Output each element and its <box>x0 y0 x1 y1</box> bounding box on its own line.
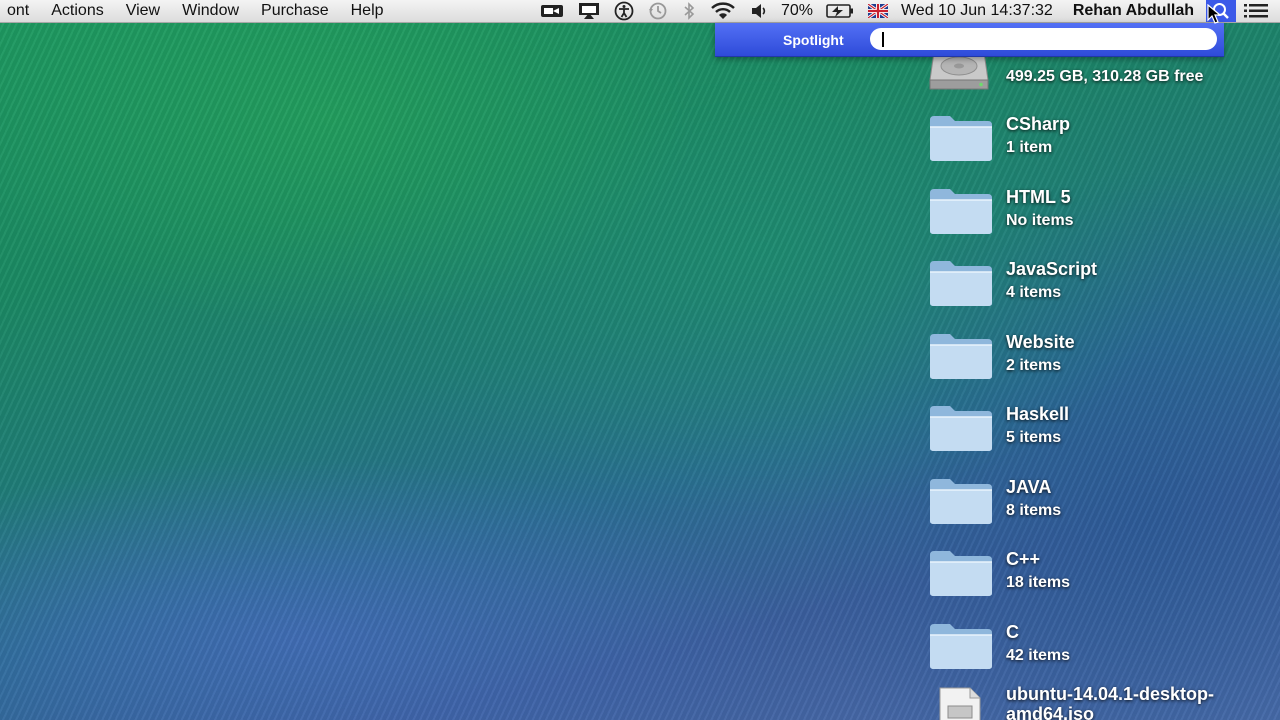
folder-name: JavaScript <box>1006 259 1098 279</box>
time-machine-icon[interactable] <box>641 0 675 22</box>
folder-icon <box>930 334 992 379</box>
folder-item-count: 4 items <box>1006 284 1062 301</box>
folder-icon <box>930 479 992 524</box>
airplay-icon[interactable] <box>571 0 607 22</box>
text-caret <box>882 32 884 47</box>
folder-html-5[interactable]: HTML 5 No items <box>928 187 1278 243</box>
accessibility-icon[interactable] <box>607 0 641 22</box>
folder-icon <box>930 261 992 306</box>
folder-haskell[interactable]: Haskell 5 items <box>928 404 1278 460</box>
battery-percentage: 70% <box>780 2 813 19</box>
app-menus: ont Actions View Window Purchase Help <box>0 2 395 20</box>
folder-csharp[interactable]: CSharp 1 item <box>928 114 1278 170</box>
folder-name: JAVA <box>1006 477 1052 497</box>
folder-icon <box>930 406 992 451</box>
folder-name: C++ <box>1006 549 1041 569</box>
battery-icon[interactable] <box>819 0 861 22</box>
mouse-pointer-icon <box>1207 4 1221 24</box>
menu-actions[interactable]: Actions <box>40 2 114 20</box>
menu-help[interactable]: Help <box>340 2 395 20</box>
folder-name: Haskell <box>1006 404 1070 424</box>
facetime-camera-icon[interactable] <box>533 0 571 22</box>
folder-name: CSharp <box>1006 114 1071 134</box>
folder-icon <box>930 551 992 596</box>
wifi-icon[interactable] <box>703 0 743 22</box>
spotlight-label: Spotlight <box>783 32 844 48</box>
folder-java[interactable]: JAVA 8 items <box>928 477 1278 533</box>
disk-image-name-line-2: amd64.iso <box>1006 704 1095 720</box>
volume-icon[interactable] <box>743 0 775 22</box>
notification-center-icon[interactable] <box>1236 0 1280 22</box>
folder-icon <box>930 116 992 161</box>
disk-image-icon <box>939 687 981 720</box>
uk-flag-icon[interactable] <box>861 0 895 22</box>
disk-image-item[interactable]: ubuntu-14.04.1-desktop- amd64.iso <box>936 684 1280 720</box>
folder-item-count: 18 items <box>1006 574 1071 591</box>
disk-image-name-line-1: ubuntu-14.04.1-desktop- <box>1006 684 1215 704</box>
user-name-menu[interactable]: Rehan Abdullah <box>1059 2 1206 20</box>
menu-font[interactable]: ont <box>0 2 40 20</box>
folder-item-count: No items <box>1006 212 1074 229</box>
folder-item-count: 42 items <box>1006 647 1071 664</box>
folder-item-count: 2 items <box>1006 357 1062 374</box>
disk-image-name: ubuntu-14.04.1-desktop- amd64.iso <box>1006 684 1214 720</box>
folder-icon <box>930 189 992 234</box>
folder-javascript[interactable]: JavaScript 4 items <box>928 259 1278 315</box>
folder-name: C <box>1006 622 1019 642</box>
folder-c[interactable]: C 42 items <box>928 622 1278 678</box>
folder-icon <box>930 624 992 669</box>
folder-cpp[interactable]: C++ 18 items <box>928 549 1278 605</box>
menu-bar: ont Actions View Window Purchase Help 70… <box>0 0 1280 23</box>
menu-window[interactable]: Window <box>171 2 250 20</box>
folder-item-count: 1 item <box>1006 139 1053 156</box>
status-menus: 70% Wed 10 Jun 14:37:32 Rehan Abdullah <box>533 0 1280 22</box>
menu-view[interactable]: View <box>115 2 171 20</box>
spotlight-search-input[interactable] <box>870 28 1217 50</box>
folder-website[interactable]: Website 2 items <box>928 332 1278 388</box>
folder-item-count: 8 items <box>1006 502 1062 519</box>
bluetooth-icon[interactable] <box>675 0 703 22</box>
clock[interactable]: Wed 10 Jun 14:37:32 <box>895 2 1059 20</box>
folder-name: HTML 5 <box>1006 187 1071 207</box>
menu-purchase[interactable]: Purchase <box>250 2 340 20</box>
folder-name: Website <box>1006 332 1075 352</box>
folder-item-count: 5 items <box>1006 429 1062 446</box>
hard-drive-capacity: 499.25 GB, 310.28 GB free <box>1006 68 1204 85</box>
